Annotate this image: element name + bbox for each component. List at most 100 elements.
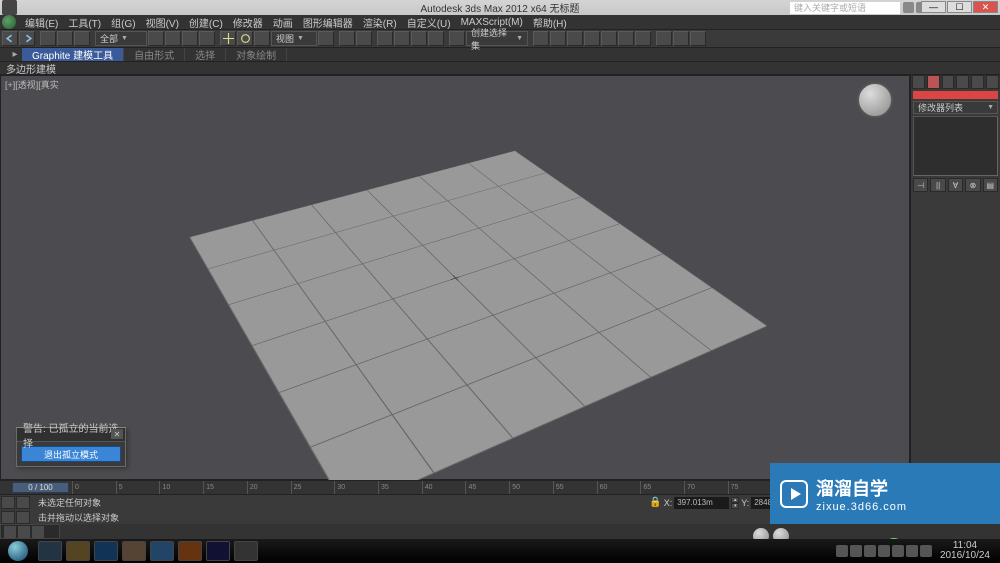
taskbar-item[interactable] (206, 541, 230, 561)
render-button[interactable] (690, 31, 706, 46)
tray-icon[interactable] (850, 545, 862, 557)
dialog-close-button[interactable]: ✕ (111, 429, 123, 439)
viewport-perspective[interactable]: [+][透视][真实 (0, 75, 910, 480)
remove-modifier-button[interactable]: ⊗ (965, 178, 980, 192)
tab-freeform[interactable]: 自由形式 (124, 48, 185, 61)
tray-icon[interactable] (906, 545, 918, 557)
display-tab-icon[interactable] (971, 75, 984, 89)
scale-button[interactable] (254, 31, 270, 46)
menu-modifiers[interactable]: 修改器 (228, 15, 268, 30)
percent-snap-button[interactable] (411, 31, 427, 46)
snap-toggle-button[interactable] (377, 31, 393, 46)
quick-item-icon[interactable] (32, 526, 44, 538)
refcoord-dropdown[interactable]: 视图 (271, 31, 317, 46)
tab-selection[interactable]: 选择 (185, 48, 226, 61)
ribbon-toggle-button[interactable] (584, 31, 600, 46)
motion-tab-icon[interactable] (956, 75, 969, 89)
mirror-button[interactable] (533, 31, 549, 46)
selset-dropdown[interactable]: 创建选择集 (466, 31, 528, 46)
unlink-button[interactable] (57, 31, 73, 46)
macro-rec-button[interactable] (16, 496, 30, 509)
spinner-snap-button[interactable] (428, 31, 444, 46)
taskbar-item[interactable] (150, 541, 174, 561)
align-button[interactable] (550, 31, 566, 46)
select-region-button[interactable] (182, 31, 198, 46)
tray-icon[interactable] (864, 545, 876, 557)
tray-icon[interactable] (892, 545, 904, 557)
rotate-button[interactable] (237, 31, 253, 46)
lock-icon[interactable]: 🔒 (649, 497, 661, 508)
pin-stack-button[interactable]: ⊣ (913, 178, 928, 192)
maxscript-mini-button[interactable] (1, 496, 15, 509)
listener-button[interactable] (1, 511, 15, 524)
maximize-button[interactable]: ☐ (947, 1, 972, 13)
time-slider[interactable]: 0 / 100 (12, 482, 69, 493)
configure-sets-button[interactable]: ▤ (983, 178, 998, 192)
taskbar-item[interactable] (234, 541, 258, 561)
schematic-view-button[interactable] (618, 31, 634, 46)
edit-selset-button[interactable] (449, 31, 465, 46)
menu-customize[interactable]: 自定义(U) (402, 15, 456, 30)
render-setup-button[interactable] (656, 31, 672, 46)
manipulate-button[interactable] (339, 31, 355, 46)
close-button[interactable]: ✕ (973, 1, 998, 13)
move-button[interactable] (220, 31, 236, 46)
volume-icon[interactable] (920, 545, 932, 557)
modifier-stack[interactable] (913, 116, 998, 176)
menu-group[interactable]: 组(G) (106, 15, 140, 30)
help-search-input[interactable]: 键入关键字或短语 (790, 2, 900, 14)
show-endresult-button[interactable]: || (930, 178, 945, 192)
taskbar-item[interactable] (122, 541, 146, 561)
start-button[interactable] (0, 539, 36, 563)
keyboard-shortcut-button[interactable] (356, 31, 372, 46)
redo-button[interactable] (19, 31, 35, 46)
viewcube[interactable] (857, 82, 893, 118)
taskbar-item[interactable] (94, 541, 118, 561)
pivot-center-button[interactable] (318, 31, 334, 46)
layers-button[interactable] (567, 31, 583, 46)
create-tab-icon[interactable] (912, 75, 925, 89)
angle-snap-button[interactable] (394, 31, 410, 46)
viewport-label[interactable]: [+][透视][真实 (5, 78, 59, 91)
link-button[interactable] (40, 31, 56, 46)
make-unique-button[interactable]: ∀ (948, 178, 963, 192)
taskbar-item[interactable] (66, 541, 90, 561)
tray-icon[interactable] (836, 545, 848, 557)
menu-rendering[interactable]: 渲染(R) (358, 15, 402, 30)
prompt-button[interactable] (16, 511, 30, 524)
menu-create[interactable]: 创建(C) (184, 15, 228, 30)
selection-filter-dropdown[interactable]: 全部 (95, 31, 147, 46)
ribbon-arrow-left[interactable]: ▸ (8, 48, 22, 61)
menu-edit[interactable]: 编辑(E) (20, 15, 63, 30)
minimize-button[interactable]: — (921, 1, 946, 13)
tray-icon[interactable] (878, 545, 890, 557)
quick-item-icon[interactable] (4, 526, 16, 538)
utilities-tab-icon[interactable] (986, 75, 999, 89)
material-editor-button[interactable] (635, 31, 651, 46)
menu-tools[interactable]: 工具(T) (63, 15, 106, 30)
dialog-titlebar[interactable]: 警告: 已孤立的当前选择 ✕ (17, 428, 125, 442)
taskbar-clock[interactable]: 11:04 2016/10/24 (934, 541, 996, 561)
window-crossing-button[interactable] (199, 31, 215, 46)
render-frame-button[interactable] (673, 31, 689, 46)
hierarchy-tab-icon[interactable] (942, 75, 955, 89)
menu-animation[interactable]: 动画 (268, 15, 298, 30)
modifier-list-dropdown[interactable]: 修改器列表 (913, 101, 998, 114)
taskbar-item[interactable] (178, 541, 202, 561)
coord-x-field[interactable]: 397.013m (674, 497, 729, 509)
menu-grapheditors[interactable]: 图形编辑器 (298, 15, 358, 30)
menu-help[interactable]: 帮助(H) (528, 15, 572, 30)
curve-editor-button[interactable] (601, 31, 617, 46)
object-color-swatch[interactable] (913, 91, 998, 99)
coord-x-spinner[interactable]: ▴▾ (731, 497, 739, 509)
taskbar-item[interactable] (38, 541, 62, 561)
undo-button[interactable] (2, 31, 18, 46)
bind-spacewarp-button[interactable] (74, 31, 90, 46)
search-icon[interactable] (903, 2, 914, 13)
menu-view[interactable]: 视图(V) (141, 15, 184, 30)
modify-tab-icon[interactable] (927, 75, 940, 89)
tab-graphite[interactable]: Graphite 建模工具 (22, 48, 124, 61)
tab-objectpaint[interactable]: 对象绘制 (226, 48, 287, 61)
quick-item-icon[interactable] (18, 526, 30, 538)
select-name-button[interactable] (165, 31, 181, 46)
